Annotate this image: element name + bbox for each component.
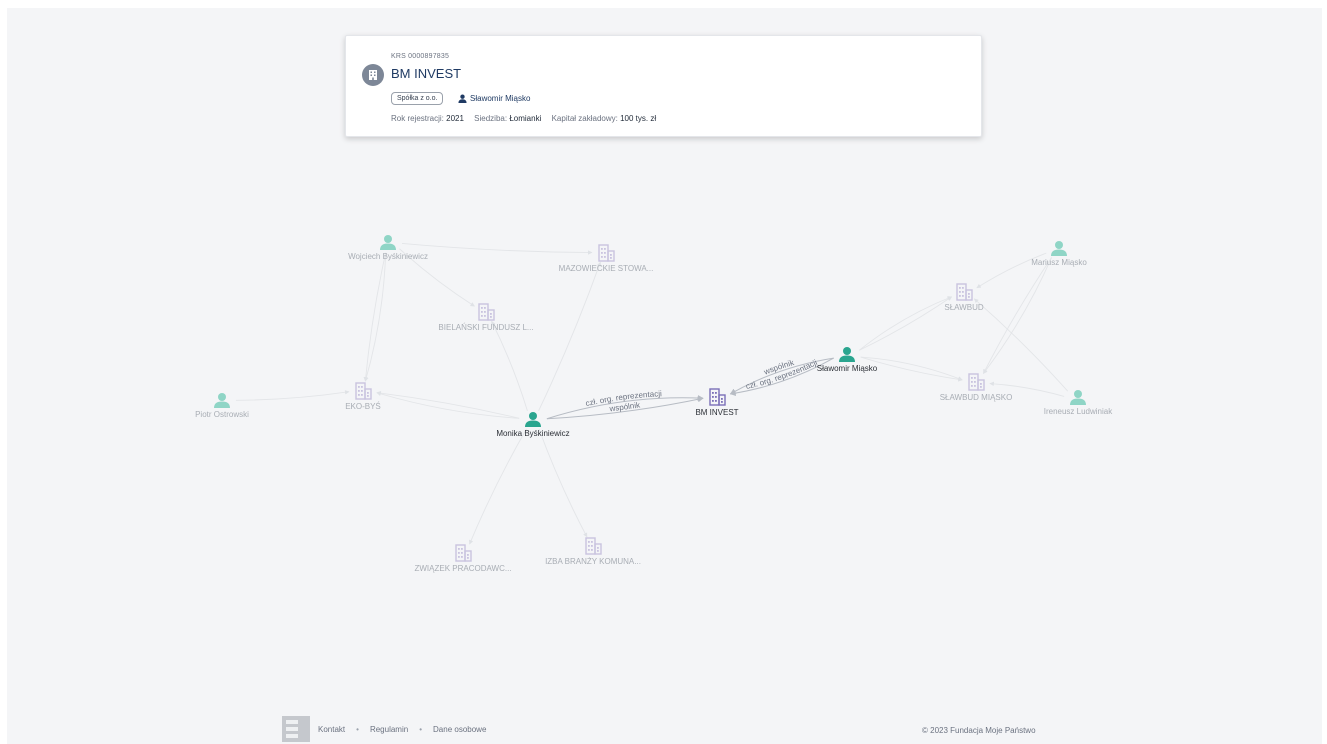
person-icon (839, 347, 855, 362)
person-icon (1070, 390, 1086, 405)
nodes-layer: Wojciech Byśkiniewicz MAZOWIECKIE STOWA..… (195, 235, 1113, 573)
building-icon (709, 388, 726, 406)
graph-edge (491, 320, 528, 411)
reg-year-value: 2021 (446, 114, 464, 123)
footer-link-dane-osobowe[interactable]: Dane osobowe (433, 725, 486, 734)
node-label: SŁAWBUD MIĄSKO (940, 393, 1013, 402)
graph-node-piotr[interactable]: Piotr Ostrowski (195, 393, 249, 419)
seat-value: Łomianki (509, 114, 542, 123)
graph-edge (538, 261, 602, 412)
graph-node-slawomir[interactable]: Sławomir Miąsko (817, 347, 878, 373)
seat-label: Siedziba: (474, 114, 508, 123)
capital-label: Kapitał zakładowy: (551, 114, 618, 123)
graph-node-ekobys[interactable]: EKO-BYŚ (345, 382, 381, 411)
footer-separator: • (356, 724, 359, 734)
capital-value: 100 tys. zł (620, 114, 657, 123)
node-label: IZBA BRANŻY KOMUNA... (545, 557, 641, 566)
footer-links: Kontakt • Regulamin • Dane osobowe (282, 716, 486, 742)
graph-node-mazowieckie[interactable]: MAZOWIECKIE STOWA... (559, 244, 654, 273)
person-link[interactable]: Sławomir Miąsko (458, 94, 530, 103)
company-card: KRS 0000897835 BM INVEST Spółka z o.o. S… (345, 35, 982, 137)
building-icon (968, 373, 985, 391)
building-icon (362, 64, 384, 86)
person-icon (380, 235, 396, 250)
krs-number: KRS 0000897835 (391, 53, 450, 60)
graph-edge (538, 428, 588, 538)
foundation-logo (282, 716, 310, 742)
footer-link-regulamin[interactable]: Regulamin (370, 725, 408, 734)
graph-edge (376, 390, 520, 419)
graph-node-mariusz[interactable]: Mariusz Miąsko (1031, 241, 1087, 267)
footer-separator: • (419, 724, 423, 734)
graph-edge (364, 252, 387, 382)
graph-edge (469, 428, 527, 545)
node-label: MAZOWIECKIE STOWA... (559, 264, 654, 273)
person-icon (525, 412, 541, 427)
person-icon (458, 94, 467, 103)
building-icon (455, 544, 472, 562)
reg-year-label: Rok rejestracji: (391, 114, 444, 123)
person-icon (1051, 241, 1067, 256)
footer-link-kontakt[interactable]: Kontakt (318, 725, 345, 734)
person-icon (214, 393, 230, 408)
building-icon (478, 303, 495, 321)
node-label: Ireneusz Ludwiniak (1044, 407, 1113, 416)
graph-edge (983, 257, 1052, 374)
node-label: EKO-BYŚ (345, 402, 381, 411)
node-label: BM INVEST (695, 408, 738, 417)
graph-edge (983, 257, 1053, 374)
graph-edge (401, 243, 593, 255)
person-link-label: Sławomir Miąsko (470, 94, 531, 103)
graph-node-wojciech[interactable]: Wojciech Byśkiniewicz (348, 235, 428, 261)
node-label: Sławomir Miąsko (817, 364, 878, 373)
edge-labels-layer: czł. org. reprezentacjiwspólnikczł. org.… (585, 358, 819, 414)
graph-node-zwiazek[interactable]: ZWIĄZEK PRACODAWC... (414, 544, 512, 573)
node-label: SŁAWBUD (944, 303, 983, 312)
graph-node-izba[interactable]: IZBA BRANŻY KOMUNA... (545, 537, 641, 566)
legal-form-badge: Spółka z o.o. (391, 92, 444, 105)
node-label: Mariusz Miąsko (1031, 258, 1087, 267)
graph-edge (363, 252, 387, 382)
graph-edge (859, 296, 953, 351)
copyright: © 2023 Fundacja Moje Państwo (922, 726, 1036, 735)
graph-edge (235, 390, 350, 401)
company-title: BM INVEST (391, 66, 462, 81)
graph-edge (376, 391, 520, 419)
company-meta: Rok rejestracji: 2021 Siedziba: Łomianki… (391, 114, 656, 123)
node-label: Piotr Ostrowski (195, 410, 249, 419)
graph-edge (973, 298, 1069, 392)
building-icon (598, 244, 615, 262)
node-label: Monika Byśkiniewicz (496, 429, 569, 438)
node-label: ZWIĄZEK PRACODAWC... (414, 564, 511, 573)
node-label: BIELAŃSKI FUNDUSZ L... (438, 323, 533, 332)
node-label: Wojciech Byśkiniewicz (348, 252, 428, 261)
building-icon (355, 382, 372, 400)
graph-node-bielanski[interactable]: BIELAŃSKI FUNDUSZ L... (438, 303, 534, 332)
building-icon (956, 283, 973, 301)
building-icon (585, 537, 602, 555)
graph-edge (859, 296, 953, 351)
